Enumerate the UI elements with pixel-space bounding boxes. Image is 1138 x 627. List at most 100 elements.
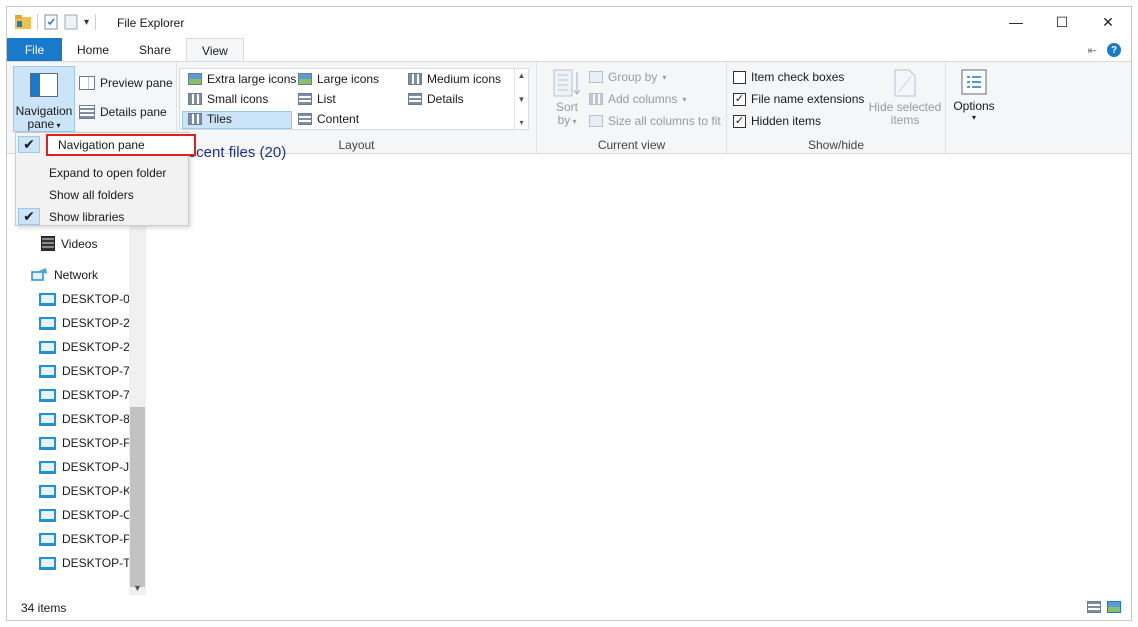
toolbar-separator: [95, 14, 97, 30]
scroll-up-icon[interactable]: ▲: [518, 71, 526, 80]
folder-icon[interactable]: [15, 15, 31, 29]
item-check-boxes-toggle[interactable]: Item check boxes: [733, 70, 844, 84]
layout-content[interactable]: Content: [298, 112, 359, 126]
tab-view[interactable]: View: [186, 38, 244, 62]
computer-icon: [39, 292, 56, 306]
small-icons-icon: [188, 93, 202, 105]
file-name-extensions-toggle[interactable]: ✓ File name extensions: [733, 92, 864, 106]
details-pane-icon: [79, 105, 95, 119]
layout-gallery-scroll[interactable]: ▲ ▼ ▾: [514, 69, 528, 129]
hide-selected-items-button[interactable]: Hide selected items: [865, 68, 945, 127]
hidden-items-toggle[interactable]: ✓ Hidden items: [733, 114, 821, 128]
window-title: File Explorer: [117, 16, 185, 30]
details-icon: [408, 93, 422, 105]
nav-item-network[interactable]: Network: [31, 268, 98, 282]
large-icons-icon: [298, 73, 312, 85]
navigation-pane-menu: Navigation pane ✔ Expand to open folder …: [15, 132, 196, 228]
computer-icon: [39, 316, 56, 330]
nav-item-computer[interactable]: DESKTOP-OA: [39, 508, 129, 522]
nav-item-computer[interactable]: DESKTOP-PM: [39, 532, 129, 546]
hide-selected-label: Hide selected items: [868, 100, 942, 127]
layout-medium-icons[interactable]: Medium icons: [408, 72, 501, 86]
layout-extra-large-icons[interactable]: Extra large icons: [188, 72, 296, 86]
details-view-icon[interactable]: [1087, 601, 1101, 613]
nav-item-computer[interactable]: DESKTOP-FU: [39, 436, 129, 450]
sort-by-icon: [553, 69, 581, 97]
large-icons-view-icon[interactable]: [1107, 601, 1121, 613]
layout-small-icons[interactable]: Small icons: [188, 92, 268, 106]
options-label: Options: [953, 99, 995, 113]
tab-share[interactable]: Share: [124, 38, 186, 62]
size-all-columns-button[interactable]: Size all columns to fit: [589, 114, 721, 128]
details-pane-button[interactable]: Details pane: [79, 105, 167, 119]
layout-tiles[interactable]: Tiles: [188, 112, 232, 126]
sort-by-button[interactable]: Sort by ▾: [547, 68, 587, 128]
tab-home[interactable]: Home: [62, 38, 124, 62]
status-item-count: 34 items: [21, 601, 67, 615]
computer-icon: [39, 388, 56, 402]
group-by-icon: [589, 71, 603, 83]
properties-icon[interactable]: [44, 14, 58, 30]
pin-ribbon-icon[interactable]: ⇤: [1088, 44, 1097, 57]
preview-pane-button[interactable]: Preview pane: [79, 76, 173, 90]
nav-item-computer[interactable]: DESKTOP-2A: [39, 316, 129, 330]
scroll-down-icon[interactable]: ▼: [518, 95, 526, 104]
expand-gallery-icon[interactable]: ▾: [519, 118, 523, 127]
hidden-items-checkbox[interactable]: ✓: [733, 114, 746, 128]
layout-group: Extra large icons Large icons Medium ico…: [177, 62, 537, 154]
show-hide-group: Item check boxes ✓ File name extensions …: [727, 62, 946, 154]
content-icon: [298, 113, 312, 125]
ribbon-tab-actions: ⇤ ?: [1088, 43, 1121, 57]
computer-icon: [39, 340, 56, 354]
layout-details[interactable]: Details: [408, 92, 464, 106]
nav-item-videos[interactable]: Videos: [41, 236, 97, 251]
navigation-pane-button[interactable]: Navigation pane ▾: [13, 66, 75, 132]
nav-item-computer[interactable]: DESKTOP-7M: [39, 388, 129, 402]
tab-file[interactable]: File: [7, 38, 62, 62]
nav-item-computer[interactable]: DESKTOP-TQ: [39, 556, 129, 570]
nav-item-computer[interactable]: DESKTOP-JM: [39, 460, 129, 474]
ribbon-tabs: File Home Share View ⇤ ?: [7, 38, 1131, 62]
nav-item-computer[interactable]: DESKTOP-2N: [39, 340, 129, 354]
current-view-group-label: Current view: [597, 138, 666, 152]
computer-icon: [39, 436, 56, 450]
layout-list[interactable]: List: [298, 92, 336, 106]
menu-item-navigation-pane[interactable]: Navigation pane: [46, 134, 196, 156]
nav-item-computer[interactable]: DESKTOP-0N: [39, 292, 129, 306]
extra-large-icons-icon: [188, 73, 202, 85]
close-button[interactable]: ✕: [1085, 7, 1131, 37]
computer-icon: [39, 508, 56, 522]
group-by-button[interactable]: Group by ▾: [589, 70, 666, 84]
maximize-button[interactable]: ☐: [1039, 7, 1085, 37]
computer-icon: [39, 556, 56, 570]
details-pane-label: Details pane: [100, 105, 167, 119]
navigation-scrollbar-thumb[interactable]: [130, 407, 145, 587]
layout-large-icons[interactable]: Large icons: [298, 72, 379, 86]
customize-toolbar-chevron-icon[interactable]: ▾: [84, 17, 89, 28]
nav-item-computer[interactable]: DESKTOP-7J6: [39, 364, 129, 378]
nav-item-computer[interactable]: DESKTOP-8KI: [39, 412, 129, 426]
title-bar: ▾ File Explorer — ☐ ✕: [7, 7, 1131, 39]
file-name-extensions-checkbox[interactable]: ✓: [733, 92, 746, 106]
network-icon: [31, 268, 47, 281]
navigation-pane-icon: [30, 73, 58, 97]
new-folder-icon[interactable]: [64, 14, 78, 30]
computer-icon: [39, 460, 56, 474]
help-icon[interactable]: ?: [1107, 43, 1121, 57]
size-columns-icon: [589, 115, 603, 127]
nav-item-computer[interactable]: DESKTOP-KFI: [39, 484, 129, 498]
preview-pane-label: Preview pane: [100, 76, 173, 90]
menu-item-show-libraries[interactable]: Show libraries: [16, 206, 188, 228]
add-columns-button[interactable]: Add columns ▾: [589, 92, 686, 106]
options-button[interactable]: Options ▾: [949, 68, 999, 122]
computer-icon: [39, 364, 56, 378]
menu-item-expand-to-open-folder[interactable]: Expand to open folder: [16, 162, 188, 184]
computer-icon: [39, 412, 56, 426]
list-icon: [298, 93, 312, 105]
menu-item-show-all-folders[interactable]: Show all folders: [16, 184, 188, 206]
videos-icon: [41, 236, 55, 251]
hide-selected-icon: [894, 69, 916, 97]
scroll-down-arrow-icon[interactable]: ▼: [129, 583, 146, 593]
minimize-button[interactable]: —: [993, 7, 1039, 37]
item-check-boxes-checkbox[interactable]: [733, 70, 746, 84]
